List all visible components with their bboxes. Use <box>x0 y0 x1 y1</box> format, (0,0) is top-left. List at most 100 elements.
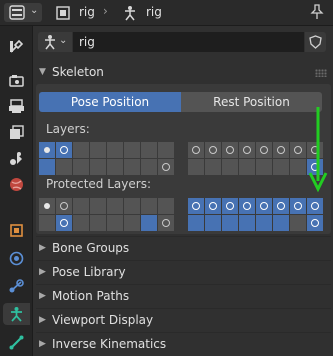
tab-output[interactable] <box>3 95 30 117</box>
protected-layer-toggle[interactable] <box>290 215 306 231</box>
protected-layer-toggle[interactable] <box>290 198 306 214</box>
protected-layer-toggle[interactable] <box>124 198 140 214</box>
layer-toggle[interactable] <box>256 159 272 175</box>
protected-layer-toggle[interactable] <box>141 215 157 231</box>
tab-scene[interactable] <box>3 147 30 169</box>
protected-layer-toggle[interactable] <box>273 215 289 231</box>
tab-render[interactable] <box>3 69 30 91</box>
protected-layer-toggle[interactable] <box>205 198 221 214</box>
protected-layer-toggle[interactable] <box>39 198 55 214</box>
inverse-kinematics-panel-header[interactable]: ▶ Inverse Kinematics <box>36 332 331 356</box>
layer-toggle[interactable] <box>222 142 238 158</box>
drag-handle-icon[interactable] <box>315 69 327 77</box>
layer-toggle[interactable] <box>158 142 174 158</box>
editor-type-selector[interactable]: ⌄ <box>4 3 42 22</box>
protected-layer-toggle[interactable] <box>273 198 289 214</box>
pose-position-button[interactable]: Pose Position <box>39 92 181 112</box>
layer-toggle[interactable] <box>39 142 55 158</box>
object-properties-icon <box>10 224 23 237</box>
layer-toggle[interactable] <box>205 142 221 158</box>
protected-layer-toggle[interactable] <box>188 215 204 231</box>
bone-circle-icon <box>243 146 251 154</box>
layer-toggle[interactable] <box>124 142 140 158</box>
panel-title: Inverse Kinematics <box>52 337 167 351</box>
protected-layer-toggle[interactable] <box>56 198 72 214</box>
fake-user-button[interactable] <box>305 32 326 52</box>
layer-toggle[interactable] <box>158 159 174 175</box>
tab-object[interactable] <box>3 219 30 241</box>
breadcrumb-object[interactable]: rig <box>79 5 95 19</box>
output-icon <box>9 99 24 113</box>
protected-layer-toggle[interactable] <box>256 198 272 214</box>
protected-layer-toggle[interactable] <box>73 198 89 214</box>
skeleton-panel-header[interactable]: ▼ Skeleton <box>36 62 331 84</box>
layer-toggle[interactable] <box>239 159 255 175</box>
tab-tool[interactable] <box>3 35 30 57</box>
layer-toggle[interactable] <box>73 159 89 175</box>
protected-layer-toggle[interactable] <box>141 198 157 214</box>
protected-layer-toggle[interactable] <box>90 215 106 231</box>
protected-layer-toggle[interactable] <box>90 198 106 214</box>
tab-constraints[interactable] <box>3 275 30 297</box>
layer-toggle[interactable] <box>290 159 306 175</box>
armature-icon <box>45 35 55 50</box>
protected-layer-toggle[interactable] <box>39 215 55 231</box>
layer-toggle[interactable] <box>290 142 306 158</box>
layer-toggle[interactable] <box>141 159 157 175</box>
layer-toggle[interactable] <box>273 142 289 158</box>
layer-toggle[interactable] <box>141 142 157 158</box>
layer-toggle[interactable] <box>222 159 238 175</box>
breadcrumb-armature[interactable]: rig <box>146 5 162 19</box>
chevron-down-icon: ⌄ <box>30 5 39 16</box>
tab-view-layer[interactable] <box>3 121 30 143</box>
datablock-name-field[interactable]: rig <box>73 32 304 52</box>
protected-layer-toggle[interactable] <box>222 198 238 214</box>
datablock-browse-button[interactable]: ⌄ <box>38 32 72 52</box>
object-icon <box>56 6 70 20</box>
pose-library-panel-header[interactable]: ▶ Pose Library <box>36 260 331 284</box>
layer-toggle[interactable] <box>188 142 204 158</box>
protected-layer-toggle[interactable] <box>107 215 123 231</box>
protected-layer-toggle[interactable] <box>256 215 272 231</box>
bone-circle-icon <box>277 146 285 154</box>
bone-groups-panel-header[interactable]: ▶ Bone Groups <box>36 236 331 260</box>
layer-toggle[interactable] <box>205 159 221 175</box>
protected-layer-toggle[interactable] <box>239 198 255 214</box>
viewport-display-panel-header[interactable]: ▶ Viewport Display <box>36 308 331 332</box>
layer-toggle[interactable] <box>90 142 106 158</box>
bone-circle-icon <box>260 146 268 154</box>
tab-bone[interactable] <box>3 331 30 353</box>
protected-layer-toggle[interactable] <box>188 198 204 214</box>
rest-position-button[interactable]: Rest Position <box>181 92 322 112</box>
layer-toggle[interactable] <box>107 159 123 175</box>
layer-toggle[interactable] <box>73 142 89 158</box>
layer-toggle[interactable] <box>188 159 204 175</box>
layer-toggle[interactable] <box>39 159 55 175</box>
protected-layer-toggle[interactable] <box>158 198 174 214</box>
protected-layer-toggle[interactable] <box>205 215 221 231</box>
pin-icon[interactable] <box>310 4 324 20</box>
protected-layer-toggle[interactable] <box>239 215 255 231</box>
layer-toggle[interactable] <box>124 159 140 175</box>
physics-icon <box>9 251 24 266</box>
protected-layer-toggle[interactable] <box>307 198 323 214</box>
layer-toggle[interactable] <box>256 142 272 158</box>
layer-toggle[interactable] <box>56 142 72 158</box>
protected-layer-toggle[interactable] <box>73 215 89 231</box>
bone-dot-icon <box>44 203 50 209</box>
protected-layer-toggle[interactable] <box>124 215 140 231</box>
protected-layer-toggle[interactable] <box>222 215 238 231</box>
tab-armature-data[interactable] <box>3 303 30 325</box>
layer-toggle[interactable] <box>107 142 123 158</box>
motion-paths-panel-header[interactable]: ▶ Motion Paths <box>36 284 331 308</box>
tab-physics[interactable] <box>3 247 30 269</box>
layer-toggle[interactable] <box>273 159 289 175</box>
tab-world[interactable] <box>3 173 30 195</box>
layer-toggle[interactable] <box>56 159 72 175</box>
protected-layer-toggle[interactable] <box>307 215 323 231</box>
layer-toggle[interactable] <box>239 142 255 158</box>
protected-layer-toggle[interactable] <box>56 215 72 231</box>
layer-toggle[interactable] <box>90 159 106 175</box>
protected-layer-toggle[interactable] <box>107 198 123 214</box>
protected-layer-toggle[interactable] <box>158 215 174 231</box>
